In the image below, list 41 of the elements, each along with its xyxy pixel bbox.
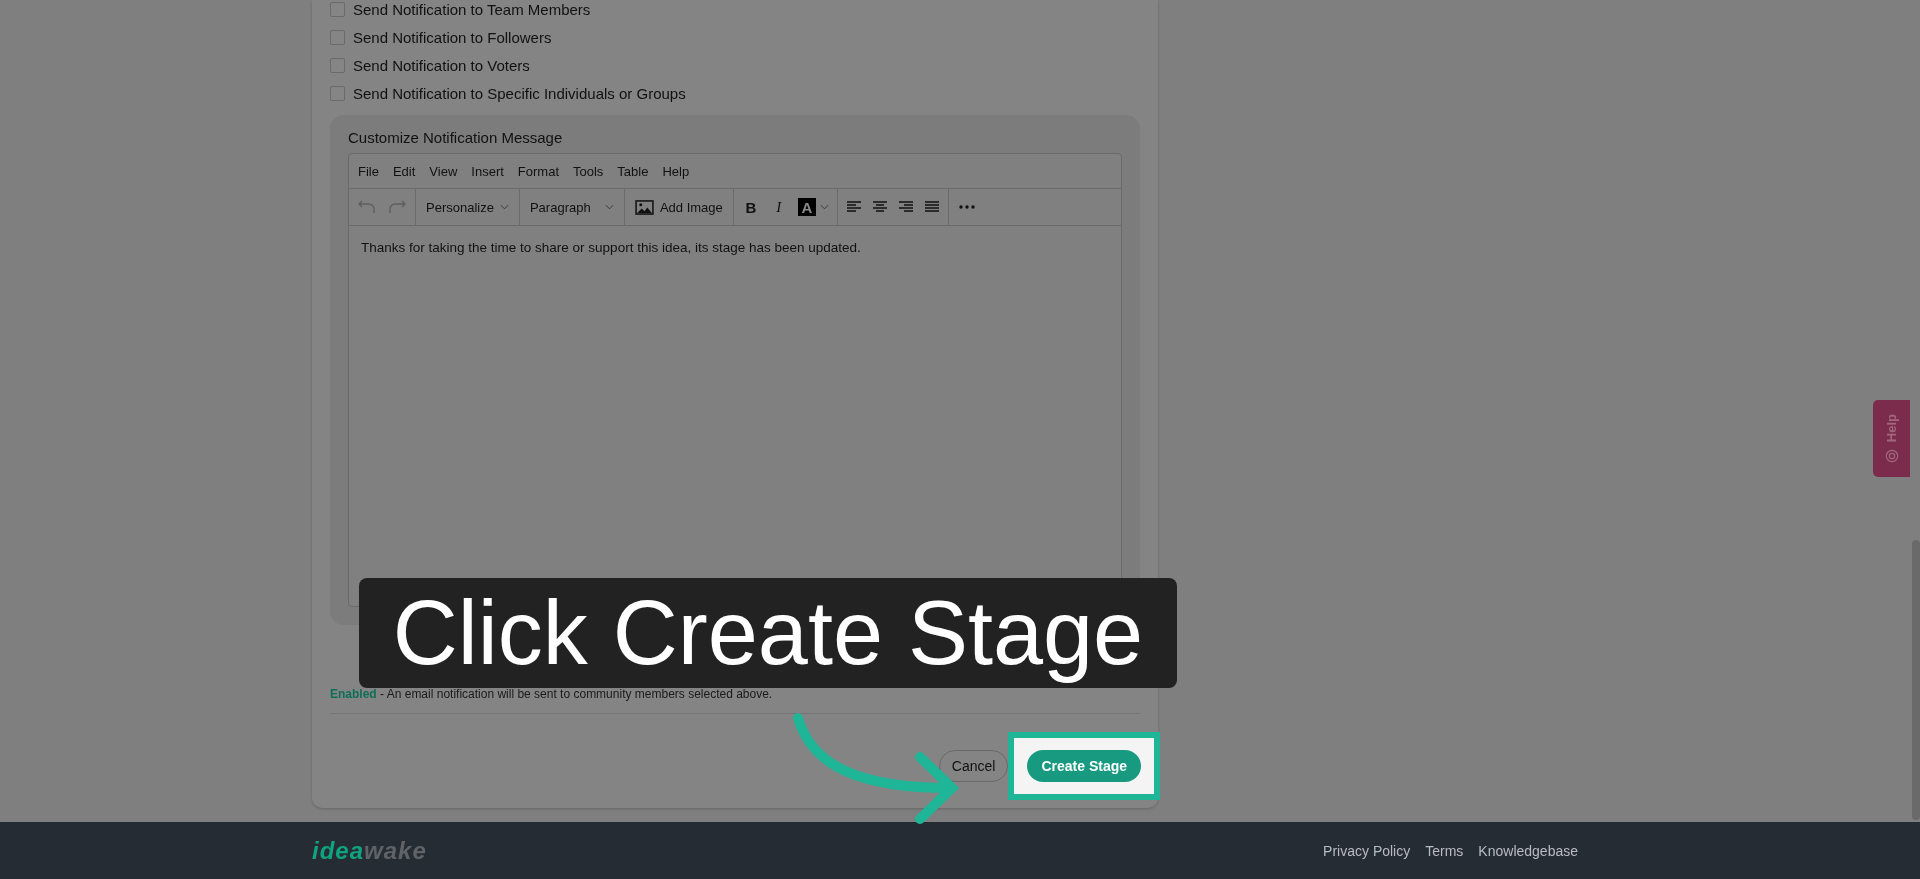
checkbox-label: Send Notification to Voters	[353, 57, 530, 74]
add-image-button[interactable]: Add Image	[632, 199, 725, 215]
menu-item[interactable]: Edit	[385, 163, 423, 179]
lifebuoy-icon	[1884, 448, 1899, 463]
align-center-icon[interactable]	[871, 200, 888, 214]
checkbox-label: Send Notification to Specific Individuals or Groups	[353, 85, 686, 102]
text-color-button[interactable]: A	[797, 198, 816, 216]
align-left-icon[interactable]	[845, 200, 862, 214]
image-icon	[634, 199, 654, 215]
menu-item[interactable]: File	[351, 163, 386, 179]
chevron-down-icon	[499, 204, 509, 210]
menu-item[interactable]: Format	[510, 163, 566, 179]
checkbox-label: Send Notification to Team Members	[353, 1, 591, 18]
create-stage-button[interactable]: Create Stage	[1027, 750, 1141, 782]
bold-button[interactable]: B	[741, 198, 760, 216]
checkbox[interactable]	[330, 86, 345, 101]
footer-link[interactable]: Terms	[1425, 842, 1464, 859]
block-format-dropdown[interactable]: Paragraph	[527, 199, 616, 215]
chevron-down-icon	[604, 204, 614, 210]
menu-item[interactable]: View	[422, 163, 465, 179]
chevron-down-icon[interactable]	[819, 204, 829, 210]
menu-item[interactable]: Help	[655, 163, 697, 179]
checkbox-label: Send Notification to Followers	[353, 29, 552, 46]
italic-button[interactable]: I	[769, 198, 788, 216]
personalize-dropdown[interactable]: Personalize	[424, 199, 511, 215]
tutorial-callout: Click Create Stage	[359, 578, 1177, 688]
menu-item[interactable]: Insert	[464, 163, 511, 179]
checkbox[interactable]	[330, 2, 345, 17]
field-label: Customize Notification Message	[348, 129, 564, 146]
checkbox[interactable]	[330, 58, 345, 73]
message-text[interactable]: Thanks for taking the time to share or support this idea, its stage has been updated.	[361, 240, 861, 255]
justify-icon[interactable]	[923, 200, 940, 214]
menu-item[interactable]: Table	[610, 163, 656, 179]
footer-link[interactable]: Privacy Policy	[1323, 842, 1411, 859]
align-right-icon[interactable]	[897, 200, 914, 214]
checkbox[interactable]	[330, 30, 345, 45]
menu-item[interactable]: Tools	[566, 163, 611, 179]
logo[interactable]: ideawake	[312, 836, 427, 865]
footer-link[interactable]: Knowledgebase	[1478, 842, 1578, 859]
email-status-text: Enabled - An email notification will be sent to community members selected above.	[330, 687, 774, 701]
more-icon[interactable]	[958, 205, 975, 209]
